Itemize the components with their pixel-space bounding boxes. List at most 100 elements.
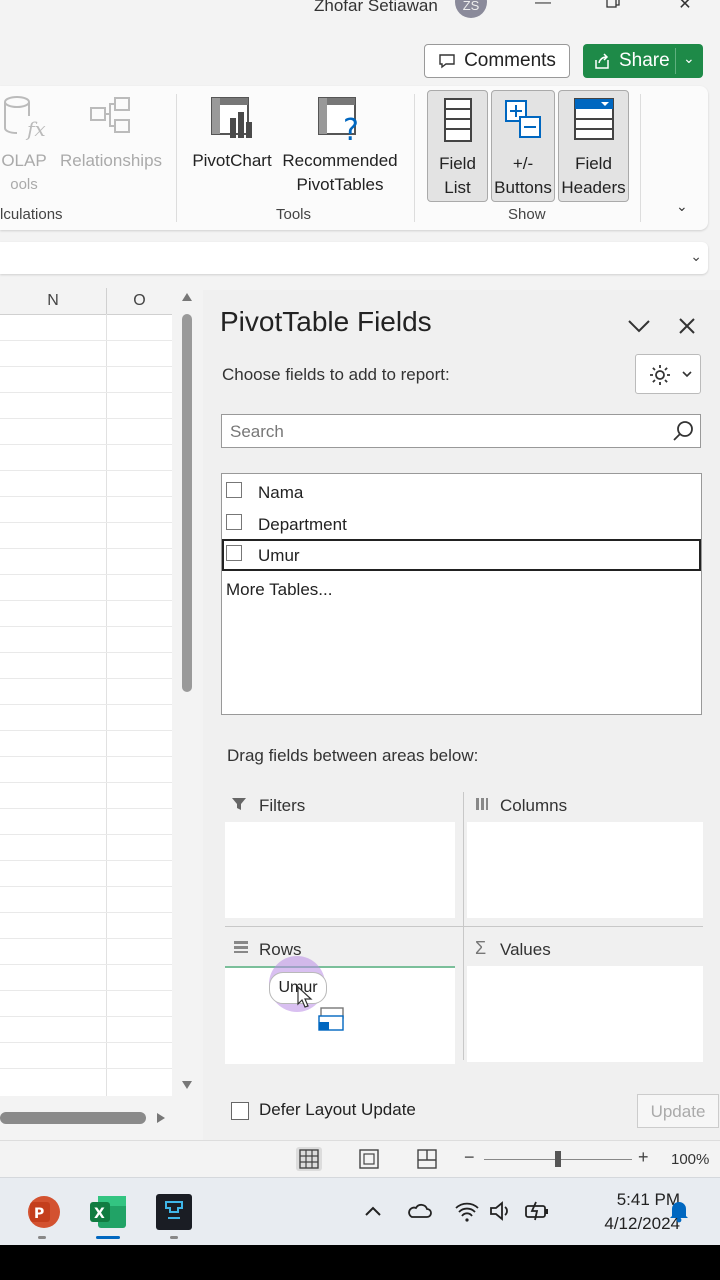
notification-bell-icon[interactable] xyxy=(666,1198,692,1224)
ribbon-expand-chevron-icon[interactable]: ⌄ xyxy=(676,198,688,215)
field-checkbox[interactable] xyxy=(226,514,242,530)
share-button[interactable]: Share ⌄ xyxy=(583,44,703,78)
page-layout-view-icon[interactable] xyxy=(356,1147,382,1171)
plus-minus-icon xyxy=(505,100,541,138)
columns-drop-area[interactable] xyxy=(467,822,703,918)
battery-charging-icon[interactable] xyxy=(524,1198,550,1224)
values-drop-area[interactable] xyxy=(467,966,703,1062)
vertical-scroll-thumb[interactable] xyxy=(182,314,192,692)
zoom-out-icon[interactable]: − xyxy=(464,1147,475,1168)
filters-area-label: Filters xyxy=(259,796,306,815)
vertical-scrollbar[interactable] xyxy=(176,288,198,1098)
comments-label: Comments xyxy=(464,50,556,71)
share-label: Share xyxy=(619,50,670,71)
user-name: Zhofar Setiawan xyxy=(314,0,438,15)
screen-recorder-icon[interactable] xyxy=(154,1192,194,1232)
title-bar: Zhofar Setiawan ZS — ✕ xyxy=(0,0,720,36)
field-checkbox[interactable] xyxy=(226,545,242,561)
olap-tools-button[interactable]: fx OLAP ools xyxy=(0,94,54,197)
olap-cube-icon: fx xyxy=(4,96,46,141)
area-divider xyxy=(225,926,703,927)
grid-line xyxy=(0,912,172,913)
field-checkbox[interactable] xyxy=(226,482,242,498)
zoom-in-icon[interactable]: + xyxy=(638,1147,649,1168)
gear-icon xyxy=(650,365,670,385)
field-search-input[interactable]: Search xyxy=(221,414,701,448)
formula-bar-expand-icon[interactable]: ⌄ xyxy=(690,248,702,265)
formula-bar[interactable]: ⌄ xyxy=(0,242,708,274)
update-button[interactable]: Update xyxy=(637,1094,719,1128)
field-headers-toggle[interactable]: Field Headers xyxy=(558,90,629,202)
values-area-label: Values xyxy=(500,940,551,959)
more-tables-link[interactable]: More Tables... xyxy=(226,580,332,600)
pane-options-chevron-icon[interactable] xyxy=(627,318,651,334)
volume-icon[interactable] xyxy=(488,1198,514,1224)
relationships-button[interactable]: Relationships xyxy=(58,94,164,173)
grid-line xyxy=(0,444,172,445)
pivotchart-button[interactable]: PivotChart xyxy=(188,94,276,173)
scroll-down-icon[interactable] xyxy=(181,1080,193,1090)
olap-label-2: ools xyxy=(10,176,38,193)
plus-minus-buttons-toggle[interactable]: +/- Buttons xyxy=(491,90,555,202)
horizontal-scroll-thumb[interactable] xyxy=(0,1112,146,1124)
minimize-icon[interactable]: — xyxy=(528,0,558,16)
grid-line xyxy=(0,834,172,835)
share-dropdown-chevron-icon[interactable]: ⌄ xyxy=(683,50,695,67)
mouse-cursor-icon xyxy=(297,986,313,1008)
svg-text:fx: fx xyxy=(25,117,46,141)
chevron-up-icon[interactable] xyxy=(360,1198,386,1224)
recommended-label-2: PivotTables xyxy=(296,175,384,194)
column-header-o[interactable]: O xyxy=(107,288,172,315)
page-break-view-icon[interactable] xyxy=(414,1147,440,1171)
zoom-slider-thumb[interactable] xyxy=(555,1151,561,1167)
svg-text:P: P xyxy=(34,1206,44,1222)
columns-icon xyxy=(476,798,488,810)
worksheet-grid[interactable]: N O xyxy=(0,288,172,1096)
grid-line xyxy=(0,860,172,861)
field-item-umur[interactable]: Umur xyxy=(222,539,701,571)
defer-layout-checkbox[interactable] xyxy=(231,1102,249,1120)
pane-close-icon[interactable] xyxy=(677,316,697,336)
comment-icon xyxy=(439,54,455,69)
olap-label: OLAP xyxy=(1,151,47,170)
rows-icon xyxy=(234,941,248,953)
system-clock[interactable]: 5:41 PM 4/12/2024 xyxy=(568,1188,680,1236)
grid-line xyxy=(0,990,172,991)
clock-time: 5:41 PM xyxy=(616,1190,680,1209)
field-item-nama[interactable]: Nama xyxy=(222,476,701,508)
svg-text:X: X xyxy=(94,1206,105,1222)
field-headers-icon xyxy=(573,98,614,140)
excel-icon[interactable]: X xyxy=(88,1192,128,1232)
horizontal-scrollbar[interactable] xyxy=(0,1106,176,1130)
field-list-toggle[interactable]: Field List xyxy=(427,90,488,202)
clock-date: 4/12/2024 xyxy=(604,1214,680,1233)
column-header-n[interactable]: N xyxy=(0,288,107,315)
grid-line xyxy=(0,522,172,523)
onedrive-cloud-icon[interactable] xyxy=(406,1198,432,1224)
grid-line xyxy=(0,470,172,471)
wifi-icon[interactable] xyxy=(454,1198,480,1224)
recommended-pivottables-button[interactable]: ? Recommended PivotTables xyxy=(278,94,402,197)
powerpoint-icon[interactable]: P xyxy=(22,1192,62,1232)
restore-icon[interactable] xyxy=(598,0,628,16)
recommended-label-1: Recommended xyxy=(282,151,398,170)
group-separator xyxy=(176,94,177,222)
avatar[interactable]: ZS xyxy=(455,0,487,18)
normal-view-icon[interactable] xyxy=(296,1147,322,1171)
field-label: Department xyxy=(258,515,347,534)
zoom-level[interactable]: 100% xyxy=(671,1151,709,1168)
comments-button[interactable]: Comments xyxy=(424,44,570,78)
scroll-up-icon[interactable] xyxy=(181,292,193,302)
grid-line xyxy=(0,626,172,627)
search-icon[interactable] xyxy=(672,420,694,442)
app-running-indicator xyxy=(170,1236,178,1239)
scroll-right-icon[interactable] xyxy=(156,1112,166,1124)
grid-line xyxy=(0,1068,172,1069)
drag-instruction: Drag fields between areas below: xyxy=(227,746,479,765)
buttons-label-2: Buttons xyxy=(494,178,552,197)
close-window-icon[interactable]: ✕ xyxy=(670,0,700,16)
field-headers-label-1: Field xyxy=(575,154,612,173)
field-item-department[interactable]: Department xyxy=(222,508,701,540)
field-settings-button[interactable] xyxy=(635,354,701,394)
filters-drop-area[interactable] xyxy=(225,822,455,918)
